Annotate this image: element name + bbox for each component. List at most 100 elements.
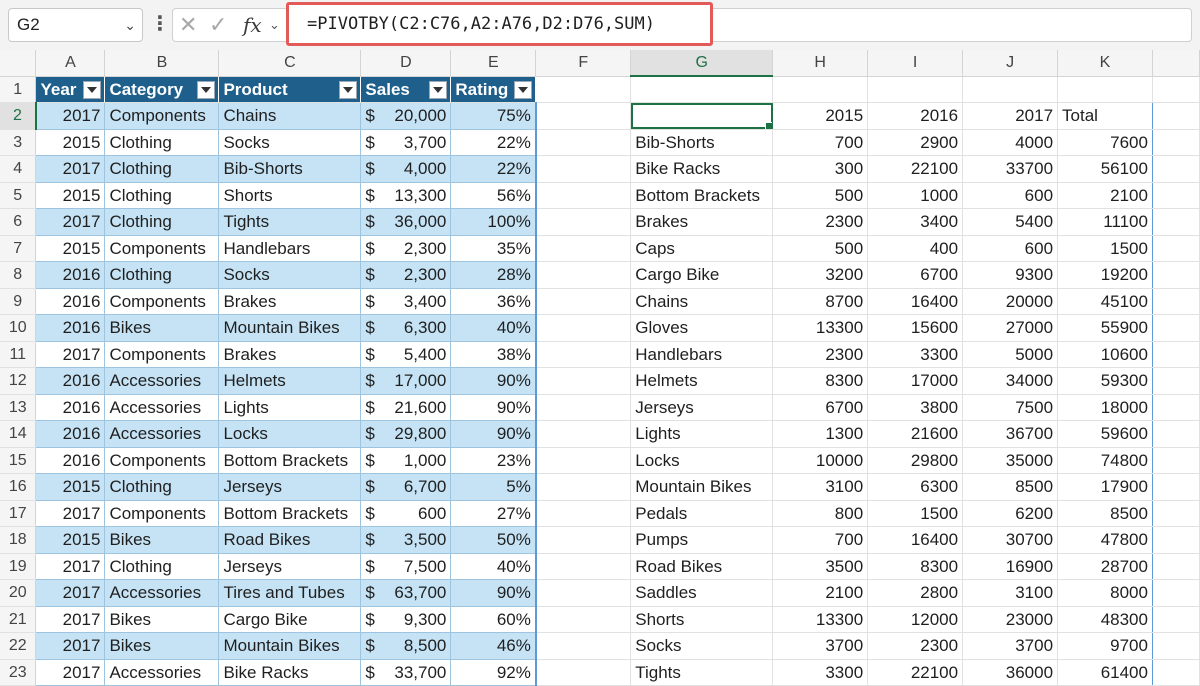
row-header[interactable]: 14 xyxy=(0,420,37,448)
cell-rating[interactable]: 90% xyxy=(450,394,537,421)
cell-product[interactable]: Socks xyxy=(218,129,362,156)
cell-empty[interactable] xyxy=(1152,341,1200,368)
row-header[interactable]: 4 xyxy=(0,155,37,183)
formula-input[interactable]: =PIVOTBY(C2:C76,A2:A76,D2:D76,SUM) xyxy=(286,2,713,46)
column-header[interactable]: H xyxy=(772,50,869,77)
cell-empty[interactable] xyxy=(535,102,632,130)
row-header[interactable]: 7 xyxy=(0,235,37,262)
cell-category[interactable]: Clothing xyxy=(104,553,220,580)
cell-empty[interactable] xyxy=(535,394,632,421)
cell-year[interactable]: 2016 xyxy=(35,394,106,421)
pivot-row-label[interactable]: Lights xyxy=(630,420,774,448)
cell-category[interactable]: Clothing xyxy=(104,155,220,183)
cell-year[interactable]: 2017 xyxy=(35,553,106,580)
cell-product[interactable]: Tights xyxy=(218,208,362,236)
pivot-value-total[interactable]: 2100 xyxy=(1057,182,1153,209)
pivot-value-2016[interactable]: 15600 xyxy=(867,314,964,342)
pivot-row-label[interactable]: Bib-Shorts xyxy=(630,129,774,156)
cell-sales[interactable]: $9,300 xyxy=(360,606,452,633)
pivot-row-label[interactable]: Jerseys xyxy=(630,394,774,421)
cell-year[interactable]: 2017 xyxy=(35,659,106,686)
cell-year[interactable]: 2017 xyxy=(35,632,106,660)
cell-rating[interactable]: 50% xyxy=(450,526,537,554)
cell-product[interactable]: Brakes xyxy=(218,288,362,315)
pivot-value-2017[interactable]: 3700 xyxy=(962,632,1059,660)
pivot-value-total[interactable]: 56100 xyxy=(1057,155,1153,183)
select-all-corner[interactable] xyxy=(0,50,37,77)
cell-category[interactable]: Clothing xyxy=(104,473,220,501)
pivot-value-2015[interactable]: 2100 xyxy=(772,579,869,607)
cell-rating[interactable]: 36% xyxy=(450,288,537,315)
row-header[interactable]: 13 xyxy=(0,394,37,421)
pivot-value-2017[interactable]: 30700 xyxy=(962,526,1059,554)
cell-empty[interactable] xyxy=(1152,182,1200,209)
row-header[interactable]: 19 xyxy=(0,553,37,580)
pivot-value-2016[interactable]: 17000 xyxy=(867,367,964,395)
pivot-value-2015[interactable]: 700 xyxy=(772,526,869,554)
pivot-year-header[interactable]: 2017 xyxy=(962,102,1059,130)
cell-rating[interactable]: 90% xyxy=(450,367,537,395)
cell-sales[interactable]: $33,700 xyxy=(360,659,452,686)
chevron-down-icon[interactable]: ⌄ xyxy=(124,9,136,41)
more-options-icon[interactable]: ⋮ xyxy=(150,10,170,40)
cell-sales[interactable]: $2,300 xyxy=(360,261,452,289)
cell-year[interactable]: 2016 xyxy=(35,288,106,315)
cell-category[interactable]: Clothing xyxy=(104,129,220,156)
cell-empty[interactable] xyxy=(1152,314,1200,342)
cell-category[interactable]: Accessories xyxy=(104,659,220,686)
pivot-value-total[interactable]: 55900 xyxy=(1057,314,1153,342)
pivot-value-2016[interactable]: 22100 xyxy=(867,659,964,686)
cell-empty[interactable] xyxy=(1057,76,1153,103)
cell-empty[interactable] xyxy=(1152,553,1200,580)
pivot-value-2017[interactable]: 5000 xyxy=(962,341,1059,368)
pivot-value-2017[interactable]: 20000 xyxy=(962,288,1059,315)
pivot-value-2015[interactable]: 3300 xyxy=(772,659,869,686)
filter-dropdown-icon[interactable] xyxy=(83,80,102,99)
cell-empty[interactable] xyxy=(535,235,632,262)
pivot-value-2017[interactable]: 23000 xyxy=(962,606,1059,633)
cell-empty[interactable] xyxy=(535,579,632,607)
pivot-row-label[interactable]: Cargo Bike xyxy=(630,261,774,289)
cell-empty[interactable] xyxy=(1152,261,1200,289)
pivot-value-2017[interactable]: 600 xyxy=(962,235,1059,262)
pivot-value-2017[interactable]: 600 xyxy=(962,182,1059,209)
cell-year[interactable]: 2016 xyxy=(35,447,106,474)
cell-category[interactable]: Bikes xyxy=(104,526,220,554)
row-header[interactable]: 10 xyxy=(0,314,37,342)
row-header[interactable]: 5 xyxy=(0,182,37,209)
pivot-value-total[interactable]: 61400 xyxy=(1057,659,1153,686)
column-header[interactable]: F xyxy=(535,50,632,77)
cell-empty[interactable] xyxy=(535,208,632,236)
cell-empty[interactable] xyxy=(1152,579,1200,607)
cell-empty[interactable] xyxy=(1152,367,1200,395)
pivot-value-total[interactable]: 8000 xyxy=(1057,579,1153,607)
cell-empty[interactable] xyxy=(535,473,632,501)
pivot-value-2016[interactable]: 1000 xyxy=(867,182,964,209)
pivot-row-label[interactable]: Handlebars xyxy=(630,341,774,368)
cell-empty[interactable] xyxy=(535,553,632,580)
cell-sales[interactable]: $3,700 xyxy=(360,129,452,156)
row-header[interactable]: 18 xyxy=(0,526,37,554)
cell-empty[interactable] xyxy=(535,76,632,103)
row-header[interactable]: 17 xyxy=(0,500,37,527)
row-header[interactable]: 11 xyxy=(0,341,37,368)
cell-year[interactable]: 2017 xyxy=(35,500,106,527)
cell-empty[interactable] xyxy=(1152,659,1200,686)
cell-empty[interactable] xyxy=(1152,447,1200,474)
name-box[interactable]: G2 ⌄ xyxy=(8,8,143,42)
pivot-value-2015[interactable]: 800 xyxy=(772,500,869,527)
column-header[interactable]: D xyxy=(360,50,452,77)
cell-sales[interactable]: $1,000 xyxy=(360,447,452,474)
cell-category[interactable]: Clothing xyxy=(104,261,220,289)
cell-year[interactable]: 2017 xyxy=(35,155,106,183)
cell-category[interactable]: Accessories xyxy=(104,420,220,448)
cell-year[interactable]: 2016 xyxy=(35,261,106,289)
cell-rating[interactable]: 38% xyxy=(450,341,537,368)
column-header[interactable]: K xyxy=(1057,50,1153,77)
row-header[interactable]: 6 xyxy=(0,208,37,236)
table-header-product[interactable]: Product xyxy=(218,76,362,103)
cell-empty[interactable] xyxy=(535,447,632,474)
cell-year[interactable]: 2017 xyxy=(35,102,106,130)
pivot-row-label[interactable]: Shorts xyxy=(630,606,774,633)
cell-category[interactable]: Clothing xyxy=(104,182,220,209)
